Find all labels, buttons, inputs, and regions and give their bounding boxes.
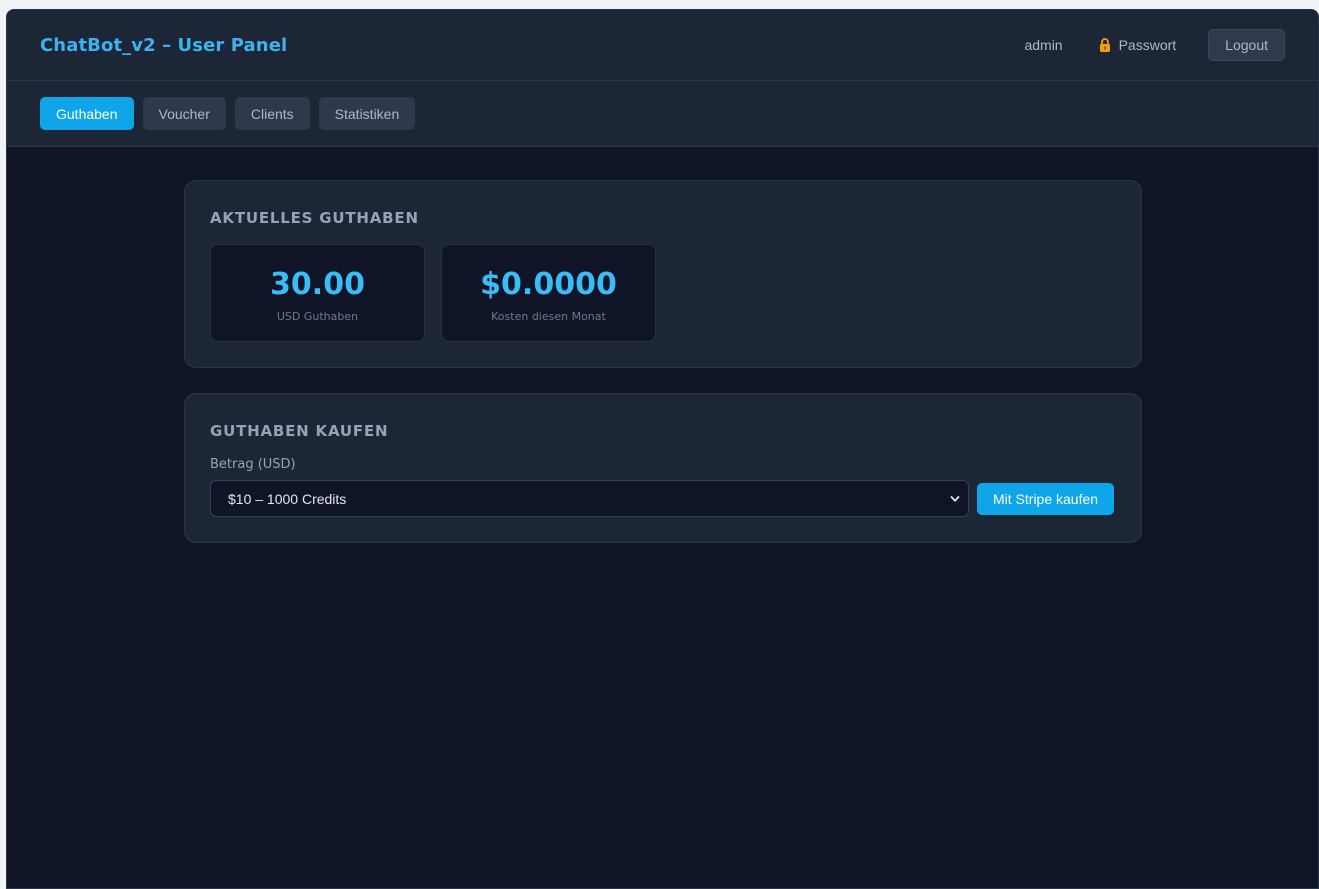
- user-menu: admin Passwort Logout: [1024, 29, 1285, 61]
- tab-bar: Guthaben Voucher Clients Statistiken: [7, 81, 1318, 147]
- buy-row: $10 – 1000 Credits Mit Stripe kaufen: [210, 480, 1116, 517]
- lock-icon: [1099, 38, 1110, 52]
- amount-select[interactable]: $10 – 1000 Credits: [210, 480, 969, 517]
- main-content: AKTUELLES GUTHABEN 30.00 USD Guthaben $0…: [7, 147, 1318, 543]
- tab-clients[interactable]: Clients: [234, 97, 310, 130]
- amount-select-value: $10 – 1000 Credits: [228, 490, 347, 507]
- balance-card-title: AKTUELLES GUTHABEN: [210, 209, 419, 227]
- stat-usd-balance: 30.00 USD Guthaben: [210, 244, 425, 342]
- password-label: Passwort: [1118, 37, 1177, 53]
- tab-guthaben[interactable]: Guthaben: [40, 97, 134, 130]
- balance-card: AKTUELLES GUTHABEN 30.00 USD Guthaben $0…: [184, 180, 1142, 368]
- app-title: ChatBot_v2 – User Panel: [40, 34, 288, 56]
- top-bar: ChatBot_v2 – User Panel admin Passwort L…: [7, 10, 1318, 81]
- app-window: ChatBot_v2 – User Panel admin Passwort L…: [6, 9, 1319, 889]
- tab-voucher[interactable]: Voucher: [142, 97, 226, 130]
- password-link[interactable]: Passwort: [1099, 37, 1177, 53]
- buy-card: GUTHABEN KAUFEN Betrag (USD) $10 – 1000 …: [184, 393, 1142, 543]
- stat-label: USD Guthaben: [276, 310, 359, 323]
- stat-value: 30.00: [270, 267, 365, 302]
- balance-stats: 30.00 USD Guthaben $0.0000 Kosten diesen…: [210, 244, 1116, 342]
- stripe-buy-button[interactable]: Mit Stripe kaufen: [977, 482, 1115, 515]
- tab-statistiken[interactable]: Statistiken: [318, 97, 416, 130]
- logout-button[interactable]: Logout: [1208, 29, 1285, 61]
- amount-label: Betrag (USD): [210, 457, 296, 472]
- username: admin: [1024, 37, 1063, 53]
- stat-label: Kosten diesen Monat: [491, 310, 606, 323]
- buy-card-title: GUTHABEN KAUFEN: [210, 422, 389, 440]
- stat-monthly-cost: $0.0000 Kosten diesen Monat: [441, 244, 656, 342]
- chevron-down-icon: [950, 495, 960, 502]
- stat-value: $0.0000: [480, 267, 617, 302]
